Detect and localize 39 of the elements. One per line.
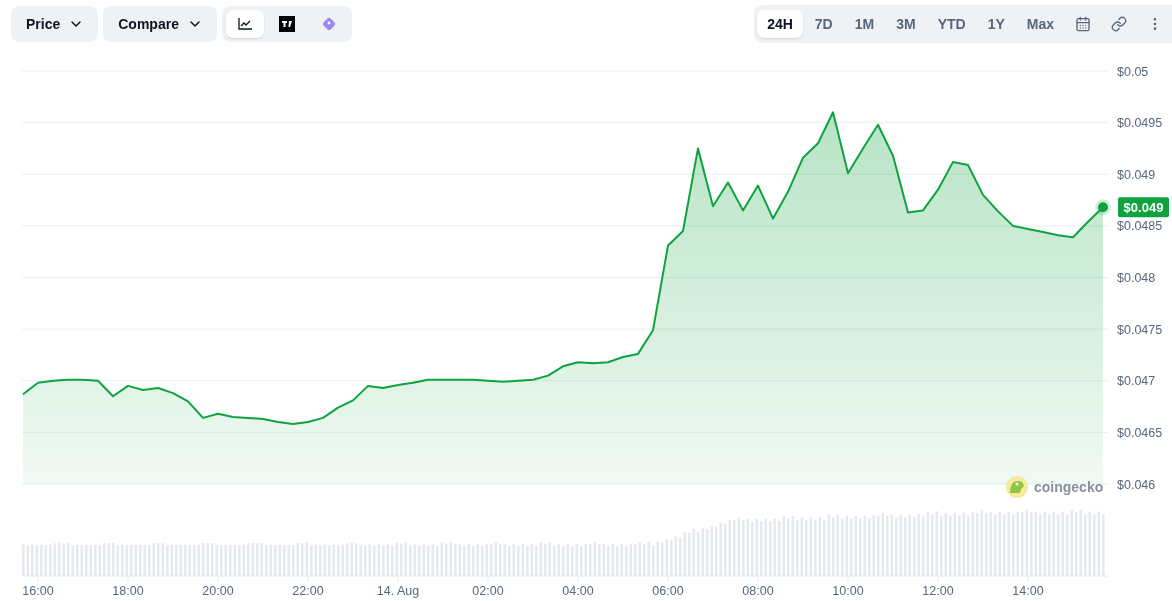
y-axis-label: $0.048 bbox=[1117, 271, 1156, 285]
x-axis-label: 18:00 bbox=[112, 584, 144, 598]
y-axis-label: $0.047 bbox=[1117, 374, 1156, 389]
chart-type-tab[interactable] bbox=[225, 10, 264, 38]
x-axis-label: 06:00 bbox=[652, 584, 684, 598]
x-axis-label: 12:00 bbox=[922, 584, 954, 598]
dropdown-button[interactable]: Compare bbox=[103, 6, 217, 42]
x-axis-label: 16:00 bbox=[22, 584, 54, 598]
x-axis-label: 14. Aug bbox=[376, 584, 420, 598]
x-axis-label: 10:00 bbox=[832, 584, 864, 598]
y-axis-label: $0.05 bbox=[1117, 64, 1149, 79]
x-axis-label: 22:00 bbox=[292, 584, 324, 598]
link-icon bbox=[1111, 16, 1127, 32]
range-tab[interactable]: 7D bbox=[804, 10, 843, 38]
y-axis-label: $0.0495 bbox=[1117, 116, 1163, 131]
range-tab[interactable]: Max bbox=[1016, 10, 1064, 38]
price-badge: $0.049 bbox=[1118, 197, 1169, 218]
y-axis-label: $0.0465 bbox=[1117, 425, 1163, 440]
x-axis-label: 14:00 bbox=[1012, 584, 1044, 598]
y-axis-label: $0.049 bbox=[1117, 167, 1156, 182]
y-axis-label: $0.0475 bbox=[1117, 322, 1163, 337]
x-axis-label: 04:00 bbox=[562, 584, 594, 598]
y-axis-label: $0.0485 bbox=[1117, 219, 1163, 234]
x-axis-label: 20:00 bbox=[202, 584, 234, 598]
current-price-dot bbox=[1095, 199, 1111, 216]
range-tab[interactable]: 1M bbox=[844, 10, 885, 38]
y-axis-label: $0.046 bbox=[1117, 477, 1156, 492]
range-tab[interactable]: YTD bbox=[927, 10, 976, 38]
tradingview-logo-icon bbox=[278, 16, 295, 32]
dropdown-button[interactable]: Price bbox=[11, 6, 99, 42]
calendar-icon bbox=[1075, 16, 1091, 32]
brand-logo-icon bbox=[1006, 476, 1028, 498]
range-tab[interactable]: 24H bbox=[757, 10, 803, 38]
line-chart-icon bbox=[237, 18, 252, 30]
x-axis-label: 08:00 bbox=[742, 584, 774, 598]
brand-name: coingecko bbox=[1034, 479, 1104, 495]
range-tab[interactable]: 3M bbox=[886, 10, 926, 38]
x-axis-label: 02:00 bbox=[472, 584, 504, 598]
range-tab[interactable]: 1Y bbox=[977, 10, 1015, 38]
